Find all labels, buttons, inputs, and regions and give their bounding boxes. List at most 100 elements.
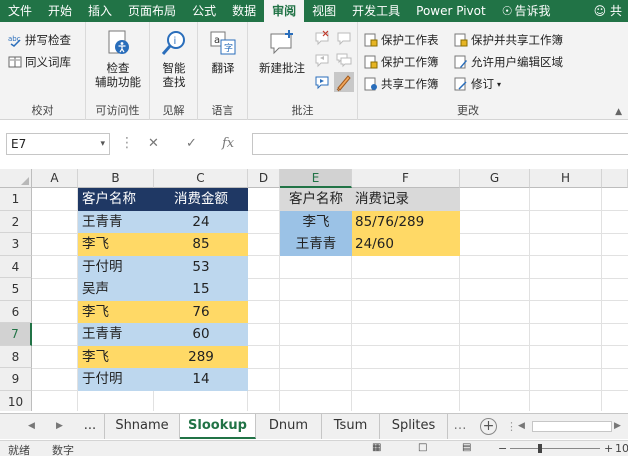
horizontal-scroll-left-icon[interactable]: ◀ xyxy=(518,414,525,439)
page-layout-view-icon[interactable]: □ xyxy=(418,442,427,453)
enter-icon[interactable]: ✓ xyxy=(186,133,197,155)
column-header-b[interactable]: B xyxy=(78,169,154,188)
column-header-c[interactable]: C xyxy=(154,169,248,188)
delete-comment-icon[interactable] xyxy=(314,30,330,46)
table2-name-cell[interactable]: 王青青 xyxy=(280,233,352,256)
row-header-9[interactable]: 9 xyxy=(0,368,32,391)
tab-data[interactable]: 数据 xyxy=(224,0,264,22)
translate-button[interactable]: a字 翻译 xyxy=(201,28,245,75)
show-comment-icon[interactable] xyxy=(336,30,352,46)
normal-view-icon[interactable]: ▦ xyxy=(372,442,381,453)
sheet-tab-slookup[interactable]: Slookup xyxy=(180,414,256,439)
zoom-slider-thumb[interactable] xyxy=(538,444,542,453)
table2-header-name[interactable]: 客户名称 xyxy=(280,188,352,211)
column-header-e[interactable]: E xyxy=(280,169,352,188)
sheet-tab-shname[interactable]: Shname xyxy=(104,414,180,439)
zoom-out-icon[interactable]: − xyxy=(498,442,507,455)
column-header-i[interactable] xyxy=(602,169,628,188)
table1-name-cell[interactable]: 李飞 xyxy=(78,300,154,323)
show-all-comments-icon[interactable] xyxy=(336,52,352,68)
table2-record-cell[interactable]: 85/76/289 xyxy=(352,210,460,233)
column-header-a[interactable]: A xyxy=(32,169,78,188)
column-header-f[interactable]: F xyxy=(352,169,460,188)
table2-record-cell[interactable]: 24/60 xyxy=(352,233,460,256)
tab-developer[interactable]: 开发工具 xyxy=(344,0,408,22)
smart-lookup-button[interactable]: i 智能 查找 xyxy=(152,28,196,89)
row-header-3[interactable]: 3 xyxy=(0,233,32,256)
scroll-left-icon[interactable]: ◀ xyxy=(28,414,35,439)
scroll-right-icon[interactable]: ▶ xyxy=(56,414,63,439)
formula-input[interactable] xyxy=(252,133,628,155)
zoom-in-icon[interactable]: + xyxy=(604,442,613,455)
show-ink-icon[interactable] xyxy=(334,72,354,92)
table2-name-cell[interactable]: 李飞 xyxy=(280,210,352,233)
table1-name-cell[interactable]: 李飞 xyxy=(78,345,154,368)
table1-name-cell[interactable]: 于付明 xyxy=(78,368,154,391)
select-all-corner[interactable] xyxy=(0,169,32,188)
table1-amount-cell[interactable]: 14 xyxy=(154,368,248,391)
protect-sheet-button[interactable]: 保护工作表 xyxy=(364,30,439,50)
sheet-tab-splites[interactable]: Splites xyxy=(380,414,448,439)
next-comment-icon[interactable] xyxy=(314,74,330,90)
table1-name-cell[interactable]: 吴声 xyxy=(78,278,154,301)
row-header-10[interactable]: 10 xyxy=(0,390,32,411)
zoom-level[interactable]: 10 xyxy=(615,442,628,455)
table1-amount-cell[interactable]: 76 xyxy=(154,300,248,323)
tab-home[interactable]: 开始 xyxy=(40,0,80,22)
column-header-g[interactable]: G xyxy=(460,169,530,188)
insert-function-button[interactable]: fx xyxy=(222,133,234,155)
column-header-h[interactable]: H xyxy=(530,169,602,188)
name-box[interactable]: E7 ▾ xyxy=(6,133,110,155)
table1-amount-cell[interactable]: 53 xyxy=(154,255,248,278)
table1-amount-cell[interactable]: 15 xyxy=(154,278,248,301)
previous-comment-icon[interactable] xyxy=(314,52,330,68)
check-accessibility-button[interactable]: 检查 辅助功能 xyxy=(90,28,146,89)
table1-name-cell[interactable]: 于付明 xyxy=(78,255,154,278)
add-sheet-button[interactable]: + xyxy=(480,418,497,435)
sheet-tab-tsum[interactable]: Tsum xyxy=(322,414,380,439)
collapse-ribbon-icon[interactable]: ▲ xyxy=(615,107,622,117)
track-changes-button[interactable]: 修订 ▾ xyxy=(454,74,501,94)
row-header-1[interactable]: 1 xyxy=(0,188,32,211)
table1-name-cell[interactable]: 李飞 xyxy=(78,233,154,256)
horizontal-scrollbar[interactable] xyxy=(532,421,612,432)
spell-check-button[interactable]: abc 拼写检查 xyxy=(8,30,71,50)
column-header-d[interactable]: D xyxy=(248,169,280,188)
cancel-icon[interactable]: ✕ xyxy=(148,133,159,155)
table1-header-amount[interactable]: 消费金额 xyxy=(154,188,248,211)
table1-amount-cell[interactable]: 60 xyxy=(154,323,248,346)
protect-and-share-button[interactable]: 保护并共享工作簿 xyxy=(454,30,563,50)
sheet-tab-dnum[interactable]: Dnum xyxy=(256,414,322,439)
tab-review[interactable]: 审阅 xyxy=(264,0,305,22)
tab-split-handle[interactable]: ⋮ xyxy=(506,420,517,433)
row-header-7[interactable]: 7 xyxy=(0,323,32,346)
tab-power-pivot[interactable]: Power Pivot xyxy=(408,0,494,22)
table1-name-cell[interactable]: 王青青 xyxy=(78,210,154,233)
thesaurus-button[interactable]: 同义词库 xyxy=(8,52,71,72)
table1-name-cell[interactable]: 王青青 xyxy=(78,323,154,346)
name-box-dropdown-icon[interactable]: ▾ xyxy=(100,134,105,154)
row-header-5[interactable]: 5 xyxy=(0,278,32,301)
tab-page-layout[interactable]: 页面布局 xyxy=(120,0,184,22)
table2-header-record[interactable]: 消费记录 xyxy=(352,188,460,211)
tab-more-ellipsis[interactable]: … xyxy=(448,414,472,439)
row-header-8[interactable]: 8 xyxy=(0,345,32,368)
tab-view[interactable]: 视图 xyxy=(304,0,344,22)
row-header-2[interactable]: 2 xyxy=(0,210,32,233)
new-comment-button[interactable]: 新建批注 xyxy=(252,28,312,75)
more-sheets-ellipsis[interactable]: ... xyxy=(76,414,104,439)
table1-amount-cell[interactable]: 289 xyxy=(154,345,248,368)
tab-file[interactable]: 文件 xyxy=(0,0,40,22)
table1-amount-cell[interactable]: 85 xyxy=(154,233,248,256)
row-header-6[interactable]: 6 xyxy=(0,300,32,323)
table1-amount-cell[interactable]: 24 xyxy=(154,210,248,233)
share-workbook-button[interactable]: 共享工作簿 xyxy=(364,74,439,94)
user-share-button[interactable]: ☺ 共 xyxy=(594,0,622,22)
table1-header-name[interactable]: 客户名称 xyxy=(78,188,154,211)
horizontal-scroll-right-icon[interactable]: ▶ xyxy=(614,414,621,439)
tab-formulas[interactable]: 公式 xyxy=(184,0,224,22)
row-header-4[interactable]: 4 xyxy=(0,255,32,278)
zoom-slider[interactable] xyxy=(510,448,600,449)
allow-edit-ranges-button[interactable]: 允许用户编辑区域 xyxy=(454,52,563,72)
protect-workbook-button[interactable]: 保护工作簿 xyxy=(364,52,439,72)
